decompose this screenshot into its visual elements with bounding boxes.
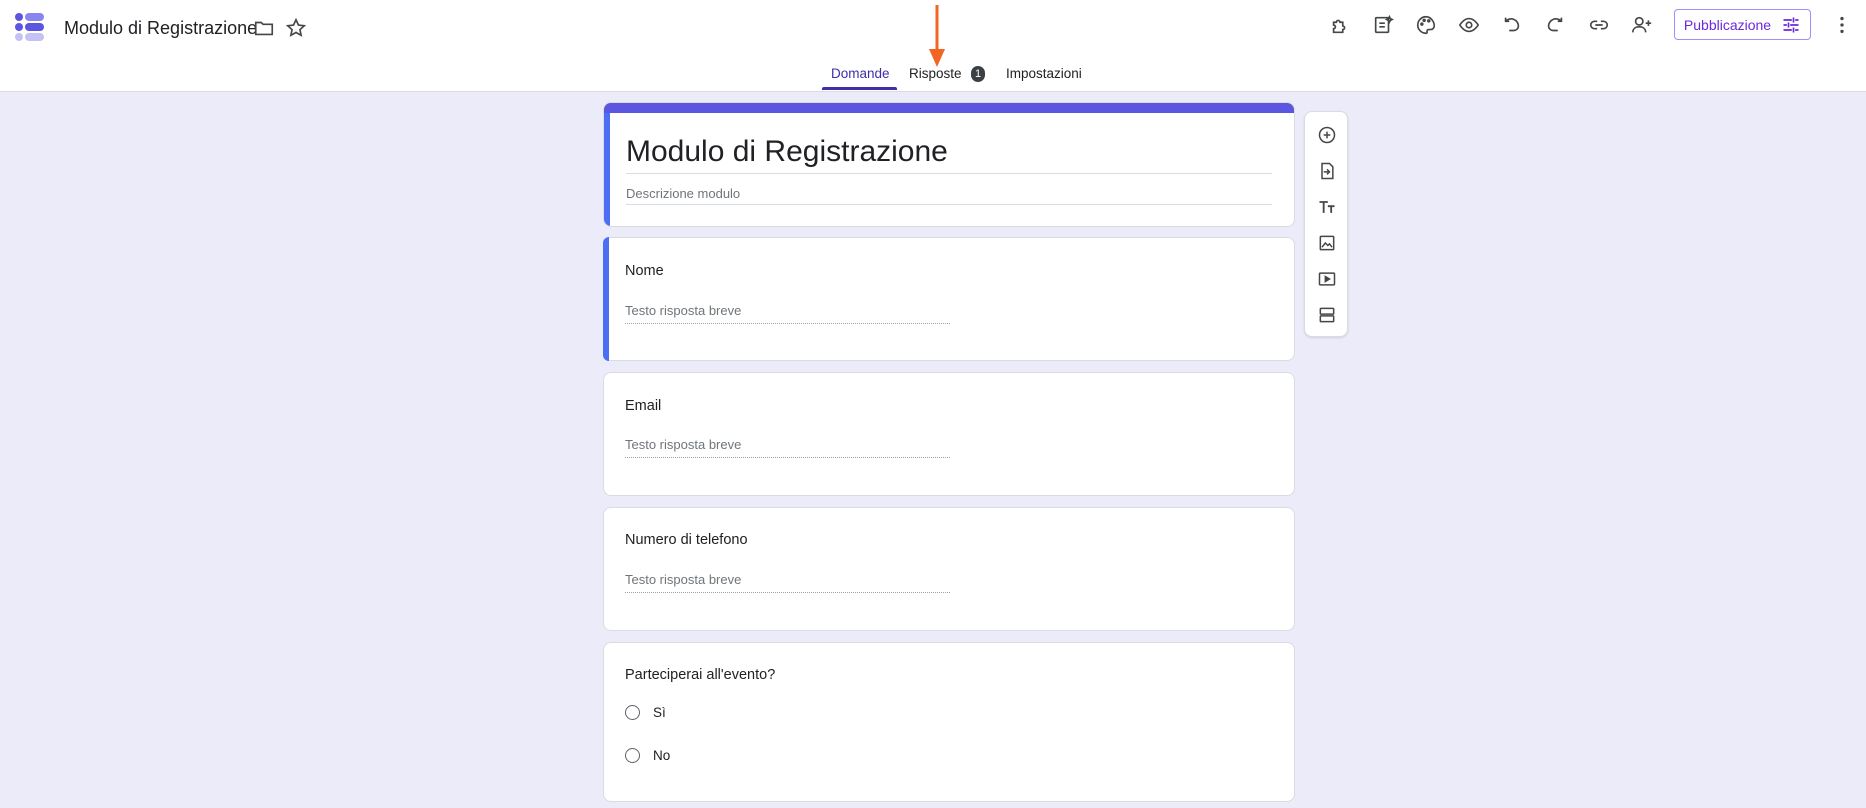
short-answer-placeholder: Testo risposta breve bbox=[625, 303, 742, 318]
star-icon[interactable] bbox=[284, 16, 308, 40]
undo-icon[interactable] bbox=[1500, 13, 1524, 37]
redo-icon[interactable] bbox=[1543, 13, 1567, 37]
publish-button[interactable]: Pubblicazione bbox=[1674, 9, 1811, 40]
theme-color-bar bbox=[604, 103, 1294, 113]
add-section-icon[interactable] bbox=[1315, 303, 1339, 327]
option-label: Sì bbox=[653, 705, 666, 720]
publish-settings-icon bbox=[1783, 17, 1799, 32]
description-underline bbox=[626, 204, 1272, 205]
active-tab-indicator bbox=[822, 87, 897, 90]
import-questions-icon[interactable] bbox=[1315, 159, 1339, 183]
form-description-field[interactable]: Descrizione modulo bbox=[626, 186, 740, 201]
ai-form-icon[interactable] bbox=[1371, 13, 1395, 37]
add-question-icon[interactable] bbox=[1315, 123, 1339, 147]
question-label[interactable]: Nome bbox=[625, 263, 664, 279]
answer-underline bbox=[625, 457, 950, 458]
radio-option-si[interactable]: Sì bbox=[625, 705, 666, 720]
add-title-icon[interactable] bbox=[1315, 195, 1339, 219]
form-title-card[interactable]: Modulo di Registrazione Descrizione modu… bbox=[603, 102, 1295, 227]
tab-domande[interactable]: Domande bbox=[831, 66, 890, 81]
radio-option-no[interactable]: No bbox=[625, 748, 670, 763]
add-image-icon[interactable] bbox=[1315, 231, 1339, 255]
question-label[interactable]: Parteciperai all'evento? bbox=[625, 667, 775, 683]
floating-toolbar bbox=[1304, 111, 1348, 337]
app-header: Modulo di Registrazione Pubblicazione Do… bbox=[0, 0, 1866, 92]
answer-underline bbox=[625, 323, 950, 324]
question-label[interactable]: Numero di telefono bbox=[625, 532, 748, 548]
forms-logo-icon[interactable] bbox=[14, 13, 46, 41]
add-video-icon[interactable] bbox=[1315, 267, 1339, 291]
tab-impostazioni[interactable]: Impostazioni bbox=[1006, 66, 1082, 81]
more-vert-icon[interactable] bbox=[1830, 13, 1854, 37]
radio-button[interactable] bbox=[625, 748, 640, 763]
addons-icon[interactable] bbox=[1328, 13, 1352, 37]
preview-icon[interactable] bbox=[1457, 13, 1481, 37]
tab-risposte[interactable]: Risposte bbox=[909, 66, 962, 81]
question-card-email[interactable]: Email Testo risposta breve bbox=[603, 372, 1295, 496]
title-underline bbox=[626, 173, 1272, 174]
form-title[interactable]: Modulo di Registrazione bbox=[626, 132, 948, 172]
question-label[interactable]: Email bbox=[625, 398, 661, 414]
short-answer-placeholder: Testo risposta breve bbox=[625, 437, 742, 452]
question-card-evento[interactable]: Parteciperai all'evento? Sì No bbox=[603, 642, 1295, 802]
answer-underline bbox=[625, 592, 950, 593]
responses-count-badge: 1 bbox=[971, 66, 985, 82]
annotation-arrow-icon bbox=[929, 5, 945, 67]
question-card-nome[interactable]: Nome Testo risposta breve bbox=[603, 237, 1295, 361]
option-label: No bbox=[653, 748, 671, 763]
palette-icon[interactable] bbox=[1414, 13, 1438, 37]
document-title[interactable]: Modulo di Registrazione bbox=[64, 16, 257, 40]
folder-icon[interactable] bbox=[252, 16, 276, 40]
add-collaborator-icon[interactable] bbox=[1630, 13, 1654, 37]
short-answer-placeholder: Testo risposta breve bbox=[625, 572, 742, 587]
radio-button[interactable] bbox=[625, 705, 640, 720]
question-card-telefono[interactable]: Numero di telefono Testo risposta breve bbox=[603, 507, 1295, 631]
link-icon[interactable] bbox=[1587, 13, 1611, 37]
publish-button-label: Pubblicazione bbox=[1683, 16, 1772, 33]
